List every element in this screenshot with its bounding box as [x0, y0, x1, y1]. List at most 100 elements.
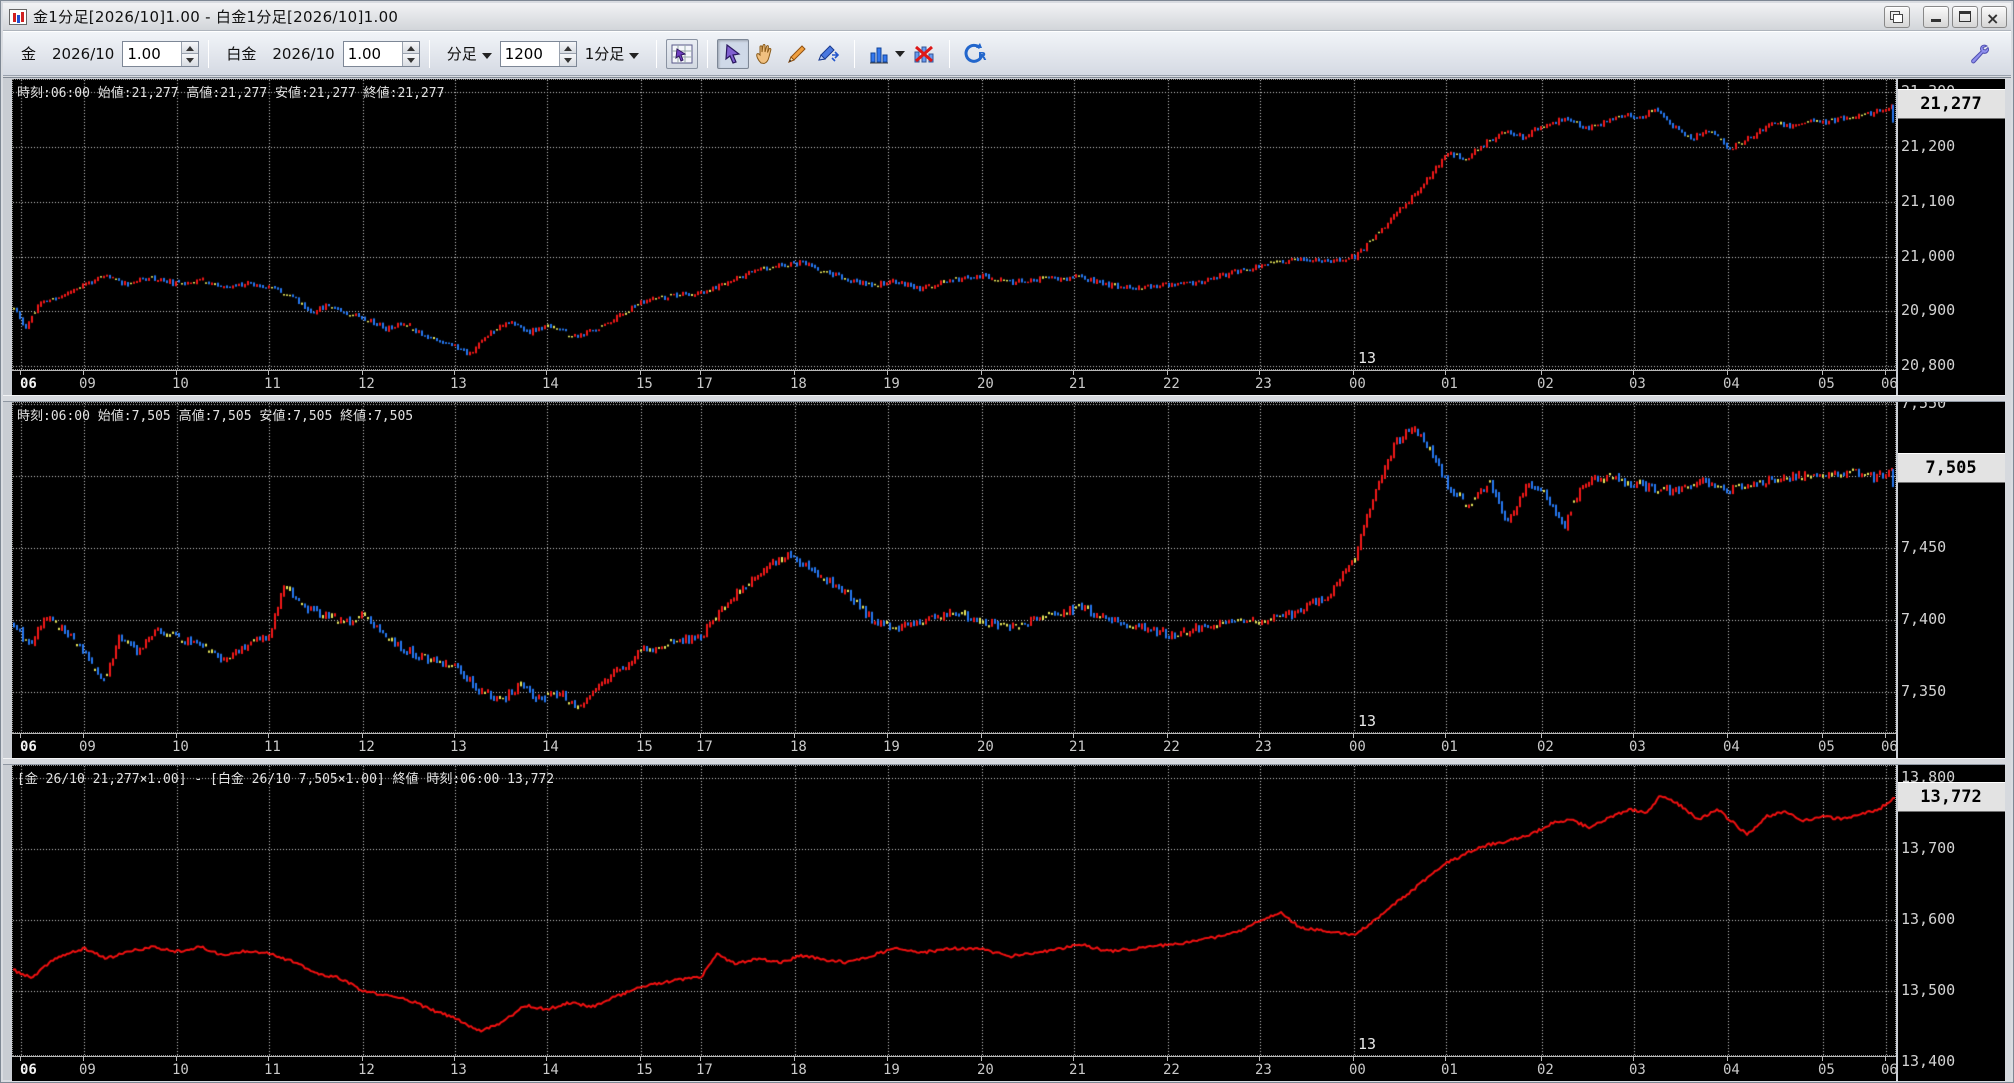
bars-count-spin-up-button[interactable] [559, 41, 576, 53]
x-axis-label: 20 [977, 739, 994, 755]
x-axis-label: 22 [1163, 739, 1180, 755]
gold-multiplier-spin-down-button[interactable] [182, 53, 199, 66]
spread-time-axis: 06 09 10 11 12 13 14 15 17 18 19 20 21 22 23 00 01 02 03 04… [12, 1056, 1898, 1081]
x-axis-label: 09 [79, 376, 96, 392]
title-bar: 金1分足[2026/10]1.00 - 白金1分足[2026/10]1.00 × [3, 3, 2011, 31]
x-axis-label: 06 [1881, 739, 1898, 755]
x-axis-tick [546, 371, 547, 375]
x-axis-label: 11 [264, 739, 281, 755]
x-axis-label: 18 [790, 376, 807, 392]
x-axis-label: 13 [450, 1062, 467, 1078]
panel-gold: 時刻:06:00 始値:21,277 高値:21,277 安値:21,277 終… [3, 79, 2011, 395]
x-axis-label: 10 [172, 739, 189, 755]
x-axis-tick [546, 1057, 547, 1061]
minimize-button[interactable] [1923, 5, 1949, 28]
pan-hand-button[interactable] [749, 39, 781, 69]
draw-marker-button[interactable] [813, 39, 845, 69]
x-axis-tick [1167, 734, 1168, 738]
x-axis-label: 13 [450, 739, 467, 755]
gold-date-marker: 13 [1358, 349, 1377, 367]
period-dropdown[interactable]: 1分足 [585, 43, 640, 64]
chevron-down-icon [894, 50, 905, 57]
platinum-multiplier-spin-down-button[interactable] [402, 53, 419, 66]
x-axis-label: 01 [1441, 1062, 1458, 1078]
marker-crosshair-icon [818, 44, 840, 62]
x-axis-label: 01 [1441, 739, 1458, 755]
x-axis-label: 21 [1069, 1062, 1086, 1078]
x-axis-label: 20 [977, 1062, 994, 1078]
chart-style-dropdown-button[interactable] [864, 39, 908, 69]
x-axis-label: 17 [696, 739, 713, 755]
x-axis-tick [1259, 1057, 1260, 1061]
x-axis-tick [1167, 371, 1168, 375]
reload-button[interactable]: R [959, 39, 991, 69]
x-axis-label: 11 [264, 1062, 281, 1078]
x-axis-tick [1353, 1057, 1354, 1061]
x-axis-tick [640, 371, 641, 375]
close-icon: × [1986, 8, 2000, 28]
gold-multiplier-spin-up-button[interactable] [182, 41, 199, 53]
x-axis-tick [83, 734, 84, 738]
platinum-candle-plot[interactable]: 時刻:06:00 始値:7,505 高値:7,505 安値:7,505 終値:7… [12, 402, 1896, 733]
spread-info-line: [金 26/10 21,277×1.00] - [白金 26/10 7,505×… [17, 772, 555, 787]
x-axis-label: 10 [172, 1062, 189, 1078]
spread-line-plot[interactable]: [金 26/10 21,277×1.00] - [白金 26/10 7,505×… [12, 765, 1896, 1056]
panel-separator[interactable] [3, 395, 2011, 402]
x-axis-label: 01 [1441, 376, 1458, 392]
x-axis-label: 12 [358, 739, 375, 755]
x-axis-tick [794, 1057, 795, 1061]
x-axis-label: 04 [1723, 1062, 1740, 1078]
y-axis-label: 13,500 [1901, 981, 1956, 1000]
x-axis-label: 22 [1163, 376, 1180, 392]
interval-dropdown[interactable]: 分足 [447, 43, 492, 64]
x-axis-label: 17 [696, 376, 713, 392]
x-axis-tick [1353, 734, 1354, 738]
x-axis-tick [20, 734, 21, 738]
x-axis-label: 02 [1537, 739, 1554, 755]
y-axis-label: 13,400 [1901, 1052, 1956, 1071]
spread-date-marker: 13 [1358, 1035, 1377, 1053]
x-axis-tick [1885, 734, 1886, 738]
window-resize-edge[interactable] [2005, 78, 2011, 1080]
platinum-candle-canvas[interactable] [13, 403, 1895, 732]
spread-line-canvas[interactable] [13, 766, 1895, 1055]
x-axis-tick [1073, 734, 1074, 738]
chart-cursor-button[interactable] [666, 38, 699, 69]
gold-multiplier-input[interactable] [123, 41, 182, 66]
x-axis-tick [1541, 371, 1542, 375]
platinum-multiplier-input[interactable] [343, 41, 402, 66]
x-axis-label: 02 [1537, 376, 1554, 392]
panel-separator[interactable] [3, 758, 2011, 765]
gold-contract-label: 2026/10 [52, 44, 115, 63]
platinum-price-axis: 7,505 7,550 7,450 7,400 7,350 [1898, 402, 2005, 758]
select-cursor-button[interactable] [717, 38, 750, 69]
x-axis-label: 14 [542, 376, 559, 392]
gold-candle-canvas[interactable] [13, 80, 1895, 369]
platinum-multiplier-spinbox [342, 40, 420, 67]
platinum-multiplier-spin-up-button[interactable] [402, 41, 419, 53]
x-axis-tick [640, 1057, 641, 1061]
panel-spread: [金 26/10 21,277×1.00] - [白金 26/10 7,505×… [3, 765, 2011, 1081]
bars-count-input[interactable] [500, 41, 559, 66]
x-axis-tick [981, 371, 982, 375]
spin-down-icon [563, 58, 572, 63]
x-axis-label: 02 [1537, 1062, 1554, 1078]
gold-candle-plot[interactable]: 時刻:06:00 始値:21,277 高値:21,277 安値:21,277 終… [12, 79, 1896, 370]
x-axis-tick [176, 371, 177, 375]
bars-count-spin-down-button[interactable] [559, 53, 576, 66]
draw-pencil-button[interactable] [781, 39, 813, 69]
settings-button[interactable] [1963, 39, 1995, 69]
chart-delete-button[interactable] [908, 39, 940, 69]
maximize-button[interactable] [1952, 5, 1978, 28]
close-button[interactable]: × [1981, 5, 2007, 28]
toolbar-separator [208, 39, 210, 68]
x-axis-label: 23 [1255, 376, 1272, 392]
platinum-date-marker: 13 [1358, 712, 1377, 730]
y-axis-label: 21,100 [1901, 191, 1956, 210]
x-axis-tick [1445, 1057, 1446, 1061]
x-axis-tick [454, 371, 455, 375]
x-axis-tick [1885, 371, 1886, 375]
cascade-windows-button[interactable] [1884, 5, 1910, 28]
x-axis-label: 14 [542, 1062, 559, 1078]
gold-last-price-box: 21,277 [1898, 88, 2005, 119]
